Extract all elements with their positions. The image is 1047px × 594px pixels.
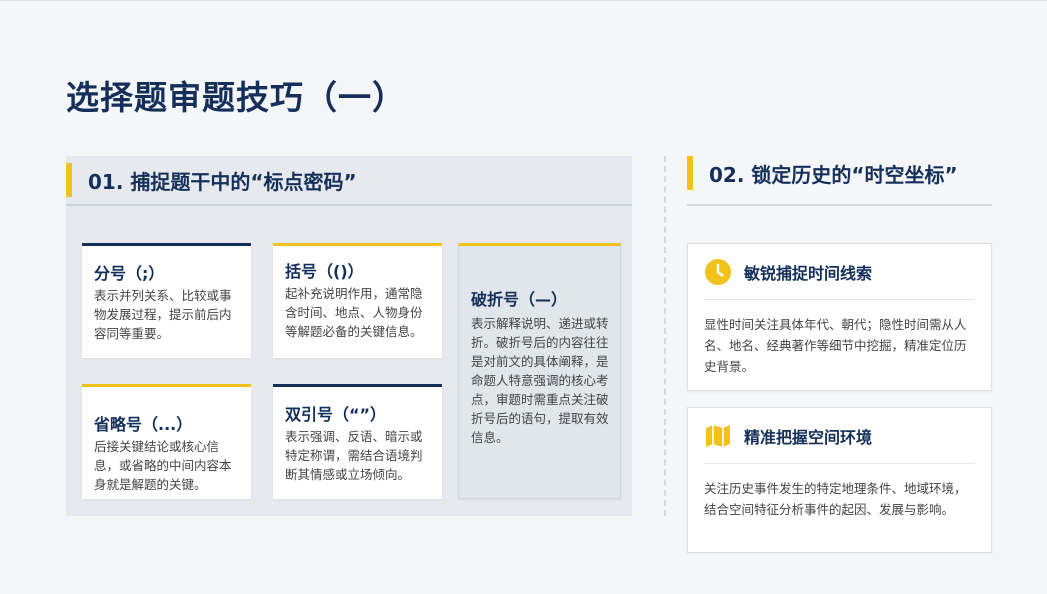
card-body: 起补充说明作用，通常隐含时间、地点、人物身份等解题必备的关键信息。	[285, 286, 423, 339]
section-accent-bar	[66, 163, 72, 197]
card-semicolon: 分号（;） 表示并列关系、比较或事物发展过程，提示前后内容同等重要。	[82, 243, 251, 358]
section2-title: 02. 锁定历史的“时空坐标”	[709, 162, 958, 187]
section2-header: 02. 锁定历史的“时空坐标”	[687, 156, 958, 190]
section1-header: 01. 捕捉题干中的“标点密码”	[66, 156, 632, 204]
card-body: 表示并列关系、比较或事物发展过程，提示前后内容同等重要。	[94, 288, 232, 341]
card-quotes: 双引号（“”） 表示强调、反语、暗示或特定称谓，需结合语境判断其情感或立场倾向。	[273, 384, 442, 499]
rcard-body: 显性时间关注具体年代、朝代；隐性时间需从人名、地名、经典著作等细节中挖掘，精准定…	[704, 317, 967, 374]
card-title: 分号（;）	[94, 264, 165, 283]
vertical-divider	[664, 156, 666, 516]
page-title: 选择题审题技巧（一）	[66, 78, 406, 117]
section-accent-bar	[687, 156, 693, 190]
card-title: 省略号（...）	[94, 415, 193, 434]
card-time-clues: 敏锐捕捉时间线索 显性时间关注具体年代、朝代；隐性时间需从人名、地名、经典著作等…	[687, 243, 992, 391]
card-parentheses: 括号（()） 起补充说明作用，通常隐含时间、地点、人物身份等解题必备的关键信息。	[273, 243, 442, 358]
clock-icon	[705, 258, 731, 285]
map-icon	[706, 424, 730, 447]
card-body: 表示强调、反语、暗示或特定称谓，需结合语境判断其情感或立场倾向。	[285, 429, 423, 482]
rcard-header: 精准把握空间环境	[704, 408, 975, 464]
section2-underline	[687, 204, 992, 206]
card-body: 表示解释说明、递进或转折。破折号后的内容往往是对前文的具体阐释，是命题人特意强调…	[471, 316, 609, 445]
rcard-title: 敏锐捕捉时间线索	[744, 263, 873, 283]
card-title: 双引号（“”）	[285, 405, 387, 424]
card-dash: 破折号（—） 表示解释说明、递进或转折。破折号后的内容往往是对前文的具体阐释，是…	[458, 243, 621, 499]
card-body: 后接关键结论或核心信息，或省略的中间内容本身就是解题的关键。	[94, 439, 232, 492]
card-title: 括号（()）	[285, 262, 364, 281]
slide: 选择题审题技巧（一） 01. 捕捉题干中的“标点密码” 分号（;） 表示并列关系…	[0, 0, 1047, 594]
rcard-header: 敏锐捕捉时间线索	[704, 244, 975, 300]
section1-title: 01. 捕捉题干中的“标点密码”	[88, 169, 357, 194]
card-title: 破折号（—）	[471, 290, 568, 309]
rcard-body: 关注历史事件发生的特定地理条件、地域环境，结合空间特征分析事件的起因、发展与影响…	[704, 481, 967, 517]
rcard-title: 精准把握空间环境	[744, 427, 873, 447]
section1-underline	[66, 204, 632, 206]
card-ellipsis: 省略号（...） 后接关键结论或核心信息，或省略的中间内容本身就是解题的关键。	[82, 384, 251, 499]
card-space-environment: 精准把握空间环境 关注历史事件发生的特定地理条件、地域环境，结合空间特征分析事件…	[687, 407, 992, 553]
